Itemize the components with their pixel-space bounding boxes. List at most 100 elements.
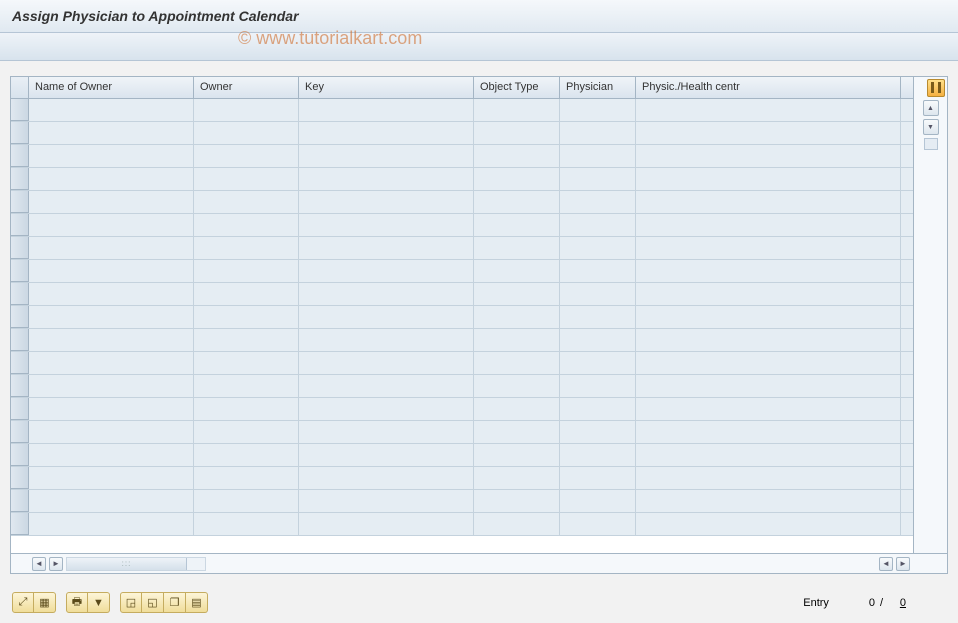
scroll-down-button[interactable]: ▼ (923, 119, 939, 135)
cell[interactable] (474, 375, 560, 397)
table-row[interactable] (11, 168, 913, 191)
col-header-object-type[interactable]: Object Type (474, 77, 560, 98)
cell[interactable] (636, 352, 901, 374)
cell[interactable] (636, 306, 901, 328)
cell[interactable] (560, 513, 636, 535)
col-header-key[interactable]: Key (299, 77, 474, 98)
cell[interactable] (560, 214, 636, 236)
cell[interactable] (194, 168, 299, 190)
paste-button[interactable]: ▤ (186, 592, 208, 613)
cell[interactable] (299, 421, 474, 443)
cell[interactable] (560, 168, 636, 190)
cell[interactable] (299, 214, 474, 236)
cell[interactable] (560, 283, 636, 305)
cell[interactable] (194, 444, 299, 466)
cell[interactable] (299, 490, 474, 512)
cell[interactable] (299, 444, 474, 466)
row-handle[interactable] (11, 421, 29, 443)
cell[interactable] (29, 375, 194, 397)
cell[interactable] (474, 329, 560, 351)
cell[interactable] (636, 168, 901, 190)
select-entry-button[interactable]: ▦ (34, 592, 56, 613)
filter-button[interactable]: ▼ (88, 592, 110, 613)
cell[interactable] (560, 352, 636, 374)
cell[interactable] (560, 375, 636, 397)
cell[interactable] (474, 306, 560, 328)
cell[interactable] (194, 352, 299, 374)
cell[interactable] (560, 237, 636, 259)
cell[interactable] (560, 99, 636, 121)
copy-button[interactable]: ❐ (164, 592, 186, 613)
row-handle[interactable] (11, 145, 29, 167)
cell[interactable] (560, 329, 636, 351)
row-handle[interactable] (11, 444, 29, 466)
cell[interactable] (474, 237, 560, 259)
scroll-right-button[interactable]: ► (49, 557, 63, 571)
cell[interactable] (474, 99, 560, 121)
cell[interactable] (474, 283, 560, 305)
cell[interactable] (29, 145, 194, 167)
cell[interactable] (194, 421, 299, 443)
cell[interactable] (636, 145, 901, 167)
cell[interactable] (474, 122, 560, 144)
cell[interactable] (29, 513, 194, 535)
col-header-physician[interactable]: Physician (560, 77, 636, 98)
cell[interactable] (194, 375, 299, 397)
cell[interactable] (636, 214, 901, 236)
cell[interactable] (194, 283, 299, 305)
cell[interactable] (636, 421, 901, 443)
cell[interactable] (29, 122, 194, 144)
cell[interactable] (636, 191, 901, 213)
table-row[interactable] (11, 513, 913, 536)
cell[interactable] (474, 145, 560, 167)
cell[interactable] (636, 444, 901, 466)
print-button[interactable]: 🖶 (66, 592, 88, 613)
cell[interactable] (29, 398, 194, 420)
row-handle[interactable] (11, 329, 29, 351)
cell[interactable] (636, 283, 901, 305)
cell[interactable] (29, 283, 194, 305)
cell[interactable] (194, 237, 299, 259)
table-row[interactable] (11, 421, 913, 444)
cell[interactable] (560, 421, 636, 443)
hscroll-track-left[interactable]: ::: (66, 557, 206, 571)
cell[interactable] (194, 467, 299, 489)
cell[interactable] (299, 260, 474, 282)
row-handle[interactable] (11, 513, 29, 535)
cell[interactable] (194, 122, 299, 144)
cell[interactable] (636, 490, 901, 512)
cell[interactable] (636, 237, 901, 259)
cell[interactable] (299, 398, 474, 420)
cell[interactable] (29, 237, 194, 259)
table-row[interactable] (11, 122, 913, 145)
row-handle[interactable] (11, 467, 29, 489)
cell[interactable] (636, 375, 901, 397)
cell[interactable] (474, 513, 560, 535)
table-row[interactable] (11, 260, 913, 283)
collapse-button[interactable]: ◱ (142, 592, 164, 613)
cell[interactable] (299, 306, 474, 328)
cell[interactable] (636, 99, 901, 121)
cell[interactable] (636, 467, 901, 489)
row-handle[interactable] (11, 260, 29, 282)
cell[interactable] (194, 99, 299, 121)
vscroll-thumb[interactable] (924, 138, 938, 150)
cell[interactable] (194, 145, 299, 167)
scroll-right-end-button[interactable]: ► (896, 557, 910, 571)
row-handle[interactable] (11, 352, 29, 374)
cell[interactable] (29, 214, 194, 236)
row-handle-header[interactable] (11, 77, 29, 98)
expand-button[interactable]: ◲ (120, 592, 142, 613)
cell[interactable] (299, 352, 474, 374)
cell[interactable] (29, 99, 194, 121)
row-handle[interactable] (11, 306, 29, 328)
table-row[interactable] (11, 214, 913, 237)
table-row[interactable] (11, 306, 913, 329)
cell[interactable] (299, 283, 474, 305)
cell[interactable] (299, 168, 474, 190)
configure-columns-button[interactable] (927, 79, 945, 97)
cell[interactable] (299, 145, 474, 167)
cell[interactable] (474, 168, 560, 190)
row-handle[interactable] (11, 490, 29, 512)
table-row[interactable] (11, 375, 913, 398)
